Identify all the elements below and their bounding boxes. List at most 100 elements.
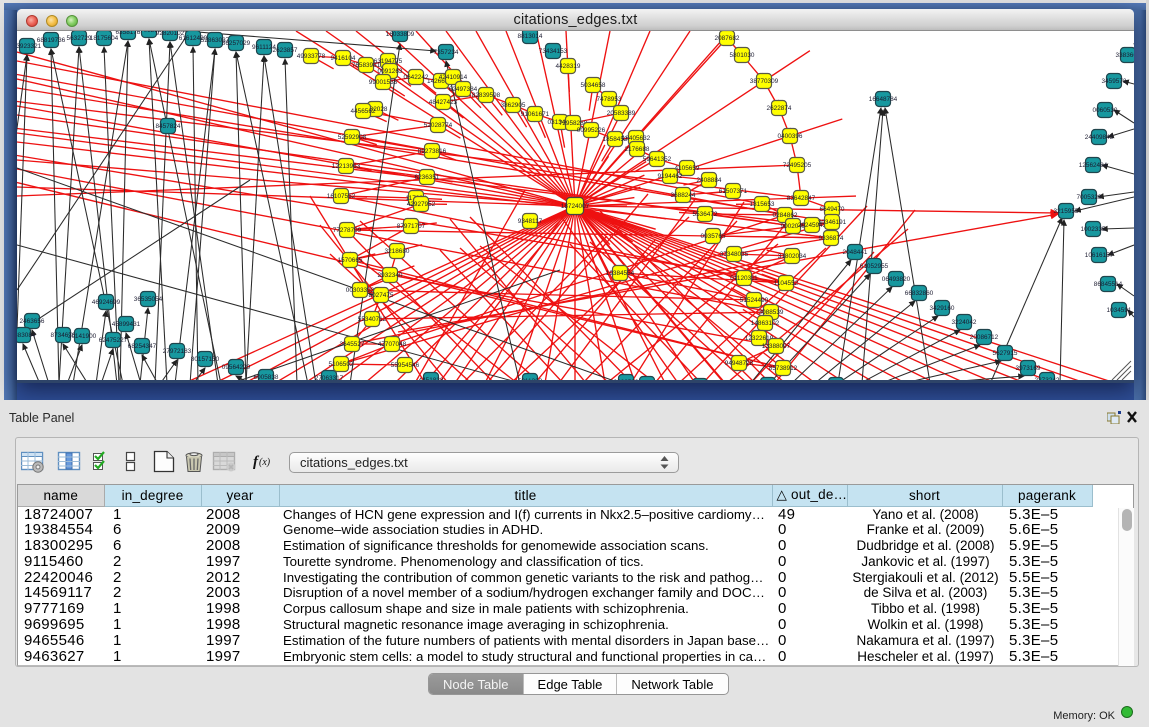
svg-text:18724007: 18724007: [561, 203, 590, 210]
svg-text:31802034: 31802034: [778, 253, 807, 260]
svg-text:10616157: 10616157: [1085, 252, 1114, 259]
svg-text:47707048: 47707048: [378, 341, 407, 348]
svg-text:42927952: 42927952: [407, 201, 436, 208]
svg-text:(x): (x): [259, 457, 271, 468]
svg-text:86257029: 86257029: [222, 40, 251, 47]
svg-text:2932340: 2932340: [378, 272, 403, 279]
svg-text:6649470: 6649470: [820, 206, 845, 213]
svg-text:3215955: 3215955: [1054, 208, 1079, 215]
svg-text:61507371: 61507371: [719, 188, 748, 195]
svg-text:46924699: 46924699: [92, 299, 121, 306]
svg-text:0060530: 0060530: [1093, 107, 1118, 114]
svg-text:3383668: 3383668: [1116, 52, 1134, 59]
svg-text:68254347: 68254347: [128, 343, 157, 350]
svg-text:1002335: 1002335: [1081, 226, 1106, 233]
svg-text:2463656: 2463656: [20, 318, 45, 325]
svg-text:52592908: 52592908: [338, 134, 367, 141]
svg-text:12562484: 12562484: [1079, 162, 1108, 169]
svg-text:3862905: 3862905: [501, 102, 526, 109]
svg-text:9336874: 9336874: [819, 235, 844, 242]
svg-text:20086712: 20086712: [970, 334, 999, 341]
svg-text:8813014: 8813014: [518, 33, 543, 40]
svg-text:99001533: 99001533: [369, 79, 398, 86]
svg-text:0935765: 0935765: [701, 233, 726, 240]
svg-text:80157150: 80157150: [191, 356, 220, 363]
svg-text:5536472: 5536472: [693, 211, 718, 218]
svg-text:87971707: 87971707: [397, 223, 426, 230]
svg-text:24409843: 24409843: [1085, 134, 1114, 141]
svg-text:4428319: 4428319: [556, 63, 581, 70]
svg-text:48427423: 48427423: [429, 99, 458, 106]
svg-text:89273816: 89273816: [418, 148, 447, 155]
svg-text:7005329: 7005329: [1077, 194, 1102, 201]
svg-text:3224042: 3224042: [952, 319, 977, 326]
svg-text:01120311: 01120311: [730, 275, 758, 282]
svg-text:85738912: 85738912: [769, 365, 798, 372]
svg-text:0400396: 0400396: [778, 133, 803, 140]
svg-text:3429160: 3429160: [930, 305, 955, 312]
svg-text:42410914: 42410914: [439, 74, 468, 81]
svg-text:9416104: 9416104: [331, 55, 356, 62]
svg-text:8457824: 8457824: [156, 123, 181, 130]
svg-text:3459573: 3459573: [1102, 78, 1127, 85]
svg-text:38770309: 38770309: [750, 78, 779, 85]
svg-text:5801030: 5801030: [730, 52, 755, 59]
svg-text:5627915: 5627915: [993, 350, 1018, 357]
svg-text:20583389: 20583389: [607, 110, 636, 117]
svg-text:55340712: 55340712: [358, 316, 387, 323]
svg-text:2176688: 2176688: [625, 146, 650, 153]
svg-text:16648784: 16648784: [869, 96, 898, 103]
svg-text:37348035: 37348035: [720, 251, 749, 258]
svg-text:19384554: 19384554: [606, 270, 635, 277]
svg-text:3645527: 3645527: [340, 341, 365, 348]
svg-text:5034658: 5034658: [581, 82, 606, 89]
svg-text:94948728: 94948728: [725, 360, 754, 367]
svg-text:18175604: 18175604: [90, 35, 119, 42]
svg-text:9194462: 9194462: [658, 173, 683, 180]
svg-text:09564229: 09564229: [222, 364, 251, 371]
svg-text:16107552: 16107552: [327, 193, 356, 200]
svg-text:6236351: 6236351: [415, 174, 440, 181]
svg-text:91061671: 91061671: [521, 111, 550, 118]
svg-text:36535054: 36535054: [134, 296, 163, 303]
svg-text:9348117: 9348117: [518, 218, 543, 225]
svg-text:1883084: 1883084: [17, 332, 36, 339]
svg-text:0642242: 0642242: [404, 74, 429, 81]
svg-text:83642847: 83642847: [787, 195, 816, 202]
svg-text:63923321: 63923321: [17, 43, 42, 50]
svg-text:7478953: 7478953: [597, 96, 622, 103]
svg-text:68819736: 68819736: [37, 37, 66, 44]
svg-text:66832860: 66832860: [905, 290, 934, 297]
svg-text:2048441: 2048441: [843, 249, 868, 256]
svg-text:2622874: 2622874: [767, 105, 792, 112]
svg-text:52028774: 52028774: [424, 122, 453, 129]
svg-text:27972183: 27972183: [163, 348, 192, 355]
svg-text:2087682: 2087682: [715, 35, 740, 42]
svg-text:06493820: 06493820: [882, 276, 911, 283]
svg-text:3973169: 3973169: [1016, 365, 1041, 372]
svg-text:2408884: 2408884: [697, 177, 722, 184]
svg-text:3688244: 3688244: [671, 192, 696, 199]
svg-text:51524490: 51524490: [740, 297, 769, 304]
svg-text:86845514: 86845514: [1094, 281, 1123, 288]
svg-text:72495205: 72495205: [783, 162, 812, 169]
svg-text:16033809: 16033809: [386, 31, 415, 38]
svg-text:62475227: 62475227: [99, 337, 128, 344]
svg-text:7357234: 7357234: [434, 49, 459, 56]
svg-text:77278799: 77278799: [333, 227, 362, 234]
svg-text:4456562: 4456562: [351, 108, 376, 115]
svg-text:45899431: 45899431: [112, 321, 141, 328]
svg-text:2623857: 2623857: [273, 47, 298, 54]
svg-text:1315653: 1315653: [750, 201, 775, 208]
svg-text:13388097: 13388097: [762, 343, 791, 350]
svg-text:8027475: 8027475: [369, 292, 394, 299]
svg-text:5632729: 5632729: [67, 35, 92, 42]
svg-text:30141900: 30141900: [68, 333, 97, 340]
svg-text:1104552: 1104552: [774, 280, 799, 287]
svg-text:1570665: 1570665: [338, 257, 363, 264]
svg-text:55954546: 55954546: [391, 362, 420, 369]
svg-text:61052955: 61052955: [860, 263, 889, 270]
svg-text:4105659: 4105659: [675, 165, 700, 172]
svg-text:5106502: 5106502: [329, 361, 354, 368]
svg-text:59641352: 59641352: [643, 156, 672, 163]
